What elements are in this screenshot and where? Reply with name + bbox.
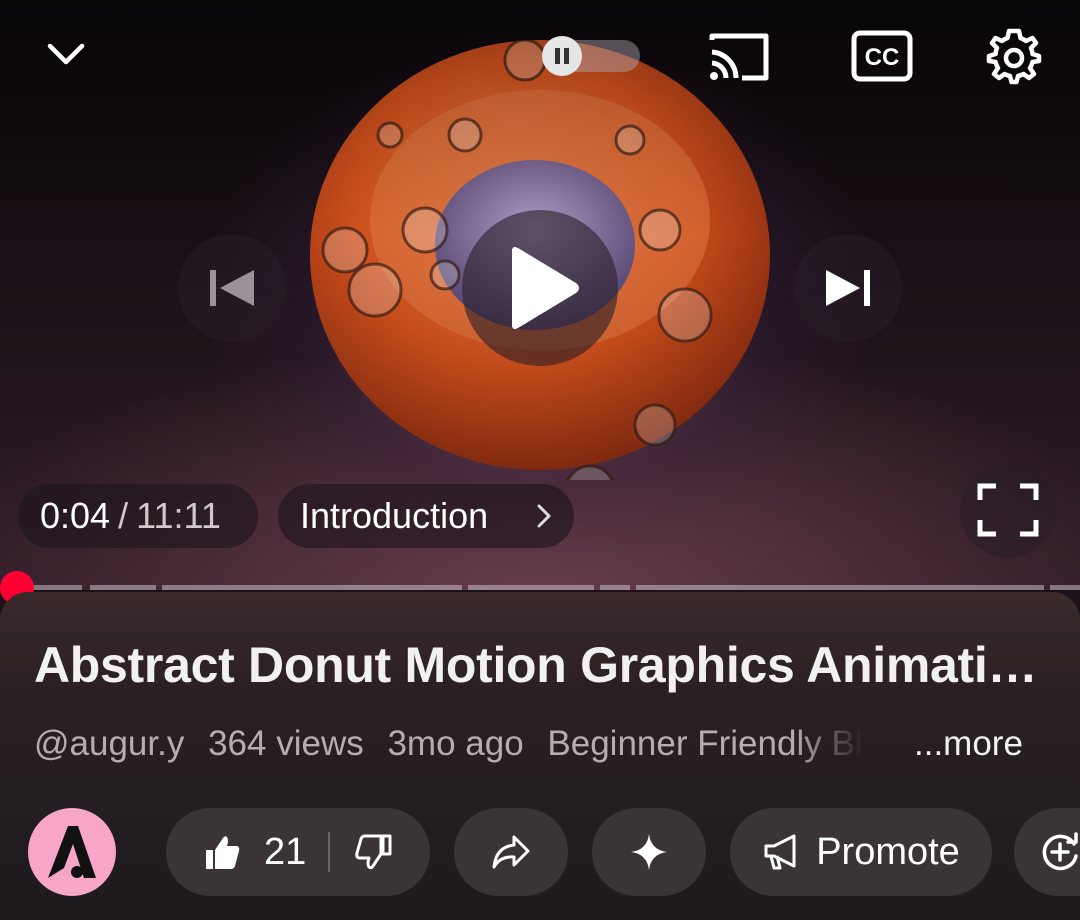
view-count: 364 views [208, 724, 364, 763]
description-preview: Beginner Friendly Bl [547, 724, 863, 763]
chapter-button[interactable]: Introduction [278, 484, 574, 548]
collapse-chevron-down-icon[interactable] [40, 28, 92, 80]
cast-icon[interactable] [704, 28, 774, 86]
chapter-segment [600, 585, 630, 590]
more-description-link[interactable]: ...more [914, 724, 1023, 764]
chevron-right-icon [537, 504, 551, 528]
share-icon [492, 835, 530, 869]
channel-handle: @augur.y [34, 724, 185, 763]
settings-gear-icon[interactable] [984, 26, 1044, 86]
channel-avatar[interactable] [28, 808, 116, 896]
video-info-panel: Abstract Donut Motion Graphics Animati… … [0, 592, 1080, 920]
fullscreen-button[interactable] [960, 462, 1056, 558]
megaphone-icon [764, 834, 796, 870]
chapter-segment [90, 585, 156, 590]
chapter-segment [162, 585, 462, 590]
like-dislike-group: 21 [166, 808, 430, 896]
previous-button[interactable] [178, 234, 286, 342]
thumbs-down-icon[interactable] [354, 832, 394, 872]
channel-logo-icon [48, 826, 96, 878]
thumbs-up-icon[interactable] [202, 832, 242, 872]
video-title[interactable]: Abstract Donut Motion Graphics Animati… [34, 636, 1054, 694]
play-button[interactable] [462, 210, 618, 366]
promote-button[interactable]: Promote [730, 808, 992, 896]
save-button[interactable] [1014, 808, 1080, 896]
remix-sparkle-icon [631, 834, 667, 870]
chapter-segment [636, 585, 1044, 590]
play-icon [512, 247, 579, 329]
svg-text:CC: CC [865, 44, 900, 71]
time-display[interactable]: 0:04 / 11:11 [18, 484, 258, 548]
autoplay-toggle[interactable] [542, 36, 640, 76]
next-button[interactable] [794, 234, 902, 342]
promote-label: Promote [816, 830, 960, 873]
video-metadata[interactable]: @augur.y 364 views 3mo ago Beginner Frie… [34, 724, 1044, 770]
fullscreen-icon [977, 483, 1039, 537]
chapter-title: Introduction [300, 495, 489, 536]
current-time: 0:04 [40, 495, 111, 536]
time-separator: / [118, 495, 129, 536]
remix-button[interactable] [592, 808, 706, 896]
save-to-playlist-icon [1042, 832, 1078, 871]
previous-icon [210, 270, 254, 306]
upload-age: 3mo ago [387, 724, 524, 763]
closed-captions-icon[interactable]: CC [850, 30, 914, 82]
duration: 11:11 [136, 495, 221, 536]
next-icon [826, 270, 870, 306]
progress-bar[interactable] [0, 571, 1080, 605]
video-player[interactable]: CC 0:04 / 11:11 Introduction [0, 0, 1080, 590]
chapter-segment [468, 585, 594, 590]
share-button[interactable] [454, 808, 568, 896]
like-divider [328, 832, 331, 872]
like-count[interactable]: 21 [264, 831, 306, 874]
chapter-segment [1050, 585, 1080, 590]
pause-icon [542, 36, 582, 76]
